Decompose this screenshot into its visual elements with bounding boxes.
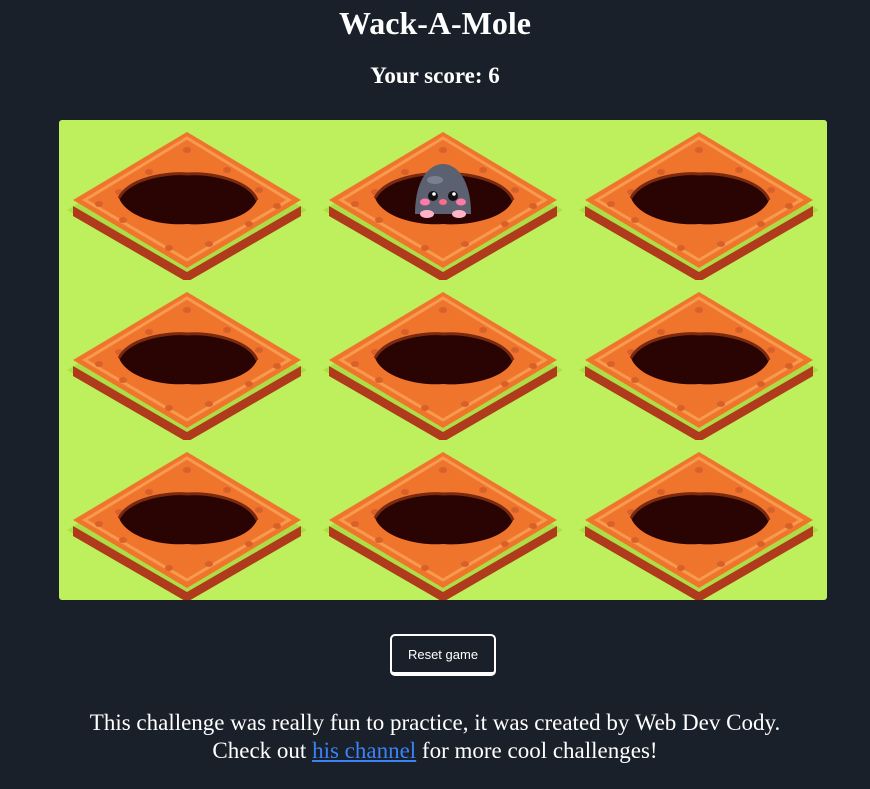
hole-cell[interactable] xyxy=(571,440,827,600)
score-value: 6 xyxy=(488,63,500,88)
hole-cell[interactable] xyxy=(59,440,315,600)
footer-text-before: Check out xyxy=(212,738,307,763)
dirt-hole-icon xyxy=(323,132,563,280)
score-display: Your score: 6 xyxy=(0,62,870,90)
score-label: Your score: xyxy=(370,63,483,88)
page-title: Wack-A-Mole xyxy=(339,5,531,41)
hole-cell[interactable] xyxy=(315,440,571,600)
footer-credits: This challenge was really fun to practic… xyxy=(0,709,870,765)
game-page: Wack-A-Mole Your score: 6 Reset game Thi… xyxy=(0,0,870,789)
dirt-hole-icon xyxy=(323,292,563,440)
hole-cell[interactable] xyxy=(571,280,827,440)
hole-cell[interactable] xyxy=(315,120,571,280)
dirt-hole-icon xyxy=(67,292,307,440)
hole-cell[interactable] xyxy=(59,120,315,280)
hole-cell[interactable] xyxy=(571,120,827,280)
dirt-hole-icon xyxy=(67,132,307,280)
footer-line-1: This challenge was really fun to practic… xyxy=(89,710,781,735)
dirt-hole-icon xyxy=(579,292,819,440)
reset-game-button[interactable]: Reset game xyxy=(390,634,496,676)
footer-line-2: Check out his channel for more cool chal… xyxy=(0,737,870,765)
footer-text-after: for more cool challenges! xyxy=(421,738,658,763)
hole-cell[interactable] xyxy=(59,280,315,440)
dirt-hole-icon xyxy=(579,132,819,280)
hole-cell[interactable] xyxy=(315,280,571,440)
dirt-hole-icon xyxy=(579,452,819,600)
channel-link[interactable]: his channel xyxy=(312,738,416,763)
dirt-hole-icon xyxy=(323,452,563,600)
mole-grid xyxy=(59,120,827,600)
dirt-hole-icon xyxy=(67,452,307,600)
